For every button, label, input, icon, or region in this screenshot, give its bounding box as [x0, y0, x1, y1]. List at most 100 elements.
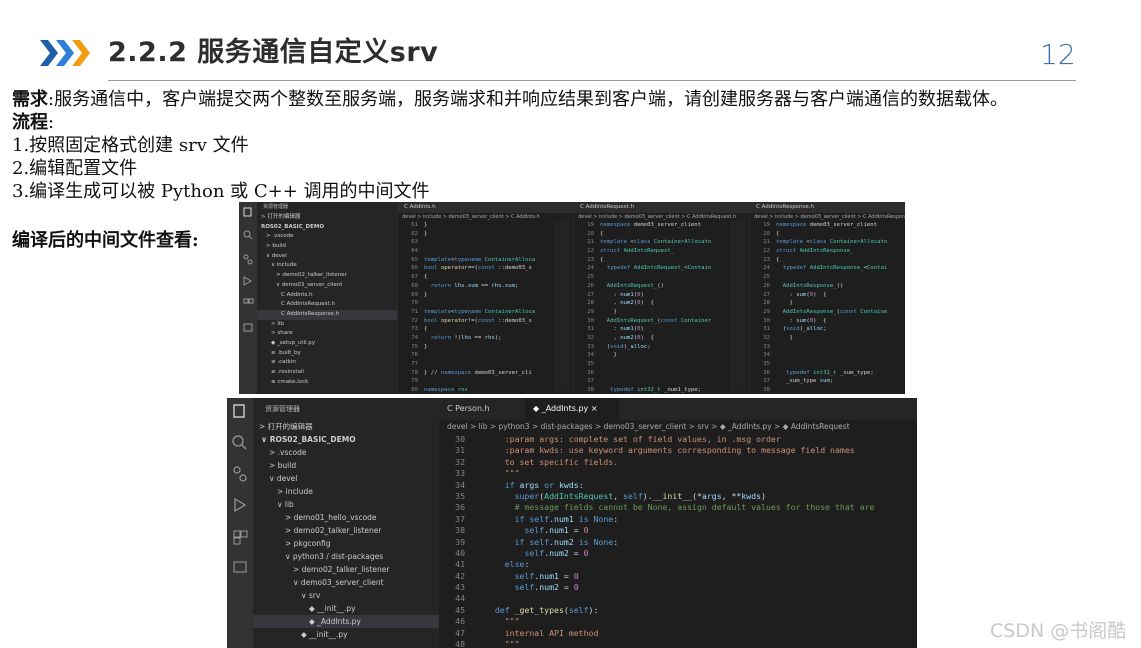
line-number: 22 — [763, 248, 770, 255]
tree-item[interactable]: ∨ ROS02_BASIC_DEMO — [253, 433, 439, 446]
breadcrumb: devel > include > demo03_server_client >… — [754, 214, 905, 220]
tree-item[interactable]: > .vscode — [257, 232, 397, 242]
line-number: 73 — [411, 326, 418, 333]
line-number: 38 — [763, 387, 770, 394]
breadcrumb: devel > include > demo03_server_client >… — [402, 214, 540, 220]
code-line: 77 — [398, 360, 574, 369]
tree-item[interactable]: ≡ .rosinstall — [257, 368, 397, 378]
tree-item[interactable]: > build — [253, 459, 439, 472]
requirement-text: :服务通信中，客户端提交两个整数至服务端，服务端求和并响应结果到客户端，请创建服… — [48, 89, 1009, 110]
line-number: 30 — [763, 317, 770, 324]
line-number: 64 — [411, 248, 418, 255]
tree-item[interactable]: > pkgconfig — [253, 537, 439, 550]
tree-item[interactable]: C AddInts.h — [257, 291, 397, 301]
line-number: 33 — [587, 343, 594, 350]
explorer-title: 资源管理器 — [263, 204, 289, 210]
line-number: 34 — [763, 352, 770, 359]
tree-item[interactable]: C AddIntsRequest.h — [257, 300, 397, 310]
explorer-title: 资源管理器 — [265, 405, 300, 413]
tree-item[interactable]: ∨ devel — [257, 252, 397, 262]
flow-colon: : — [48, 112, 55, 133]
tree-item[interactable]: > demo02_talker_listener — [257, 271, 397, 281]
line-number: 79 — [411, 378, 418, 385]
tree-item[interactable]: ROS02_BASIC_DEMO — [257, 223, 397, 233]
breadcrumb: devel > lib > python3 > dist-packages > … — [447, 422, 850, 431]
line-number: 80 — [411, 387, 418, 394]
code-line: 79 — [398, 377, 574, 386]
line-number: 31 — [587, 326, 594, 333]
tree-item[interactable]: ≡ cmake.lock — [257, 378, 397, 388]
tree-item[interactable]: ◆ _setup_util.py — [257, 339, 397, 349]
tree-item[interactable]: ∨ lib — [253, 498, 439, 511]
tree-item[interactable]: ◆ __init__.py — [253, 628, 439, 641]
code-area[interactable]: 19 namespace demo03_server_client 20{21 tem… — [750, 221, 905, 394]
line-number: 35 — [763, 361, 770, 367]
line-number: 30 — [455, 434, 465, 444]
open-editors-label: 打开的编辑器 — [267, 422, 313, 431]
file-tree: ROS02_BASIC_DEMO > .vscode > build ∨ devel ∨… — [257, 223, 397, 388]
tree-item[interactable]: > demo01_hello_vscode — [253, 511, 439, 524]
line-number: 27 — [587, 291, 594, 298]
line-number: 37 — [763, 378, 770, 385]
line-number: 48 — [455, 639, 465, 648]
tree-item[interactable]: > lib — [257, 320, 397, 330]
line-number: 27 — [763, 291, 770, 298]
code-area[interactable]: 61} 62} 63 64 65 template<typename ContainerA… — [398, 221, 574, 394]
line-number: 67 — [411, 274, 418, 281]
tree-item[interactable]: ≡ .catkin — [257, 358, 397, 368]
minimap — [730, 221, 746, 391]
code-line: 24 typedef AddIntsResponse_<Contai — [750, 264, 905, 273]
line-number: 70 — [411, 300, 418, 307]
tab-addintsresponse-h[interactable]: C AddIntsResponse.h — [750, 202, 905, 213]
line-number: 23 — [587, 256, 594, 263]
code-line: 19 namespace demo03_server_client — [574, 221, 750, 230]
code-line: 27 : sum(0) { — [750, 291, 905, 300]
tree-item[interactable]: > share — [257, 329, 397, 339]
code-line: 33 — [750, 343, 905, 352]
tree-item[interactable]: > include — [253, 485, 439, 498]
line-number: 75 — [411, 343, 418, 350]
page-number: 12 — [1040, 38, 1076, 71]
code-line: 65 template<typename ContainerAlloca — [398, 256, 574, 265]
code-area[interactable]: 19 namespace demo03_server_client 20{21 tem… — [574, 221, 750, 394]
line-number: 31 — [763, 326, 770, 333]
tab-person-h[interactable]: C Person.h — [439, 398, 525, 420]
code-line: 23{ — [750, 256, 905, 265]
tab-addints-h[interactable]: C AddInts.h — [398, 202, 574, 213]
tree-item[interactable]: ◆ _AddInts.py — [253, 615, 439, 628]
tree-item[interactable]: ◆ __init__.py — [253, 602, 439, 615]
code-line: 40 self.num2 = 0 — [439, 548, 917, 559]
activity-bar — [239, 202, 257, 394]
code-area[interactable]: 30 :param args: complete set of field va… — [439, 434, 917, 648]
code-line: 29 AddIntsResponse_(const Containe — [750, 308, 905, 317]
line-number: 29 — [763, 308, 770, 315]
tree-item[interactable]: > build — [257, 242, 397, 252]
breadcrumb: devel > include > demo03_server_client >… — [578, 214, 737, 220]
line-number: 41 — [455, 559, 465, 570]
tree-item[interactable]: ∨ demo03_server_client — [253, 576, 439, 589]
open-editors-section[interactable]: > 打开的编辑器 — [253, 420, 439, 433]
vscode-screenshot-headers: 资源管理器 > 打开的编辑器 ROS02_BASIC_DEMO > .vscode… — [239, 202, 905, 394]
tab-addintsrequest-h[interactable]: C AddIntsRequest.h — [574, 202, 750, 213]
tree-item[interactable]: ≡ .built_by — [257, 349, 397, 359]
tree-item[interactable]: ∨ demo03_server_client — [257, 281, 397, 291]
tree-item[interactable]: ∨ python3 / dist-packages — [253, 550, 439, 563]
code-line: 75} — [398, 343, 574, 352]
editor-pane-addints: C AddInts.h devel > include > demo03_ser… — [397, 202, 574, 394]
tree-item[interactable]: ∨ devel — [253, 472, 439, 485]
requirement-line: 需求:服务通信中，客户端提交两个整数至服务端，服务端求和并响应结果到客户端，请创… — [12, 88, 1008, 111]
tree-item[interactable]: ∨ include — [257, 261, 397, 271]
tree-item[interactable]: > demo02_talker_listener — [253, 563, 439, 576]
tree-item[interactable]: C AddIntsResponse.h — [257, 309, 397, 320]
code-line: 19 namespace demo03_server_client — [750, 221, 905, 230]
tree-item[interactable]: ∨ srv — [253, 589, 439, 602]
tab-addints-py[interactable]: ◆ _AddInts.py × — [525, 398, 619, 420]
code-line: 63 — [398, 238, 574, 247]
editor-pane-addintsresponse: C AddIntsResponse.h devel > include > de… — [749, 202, 905, 394]
line-number: 47 — [455, 627, 465, 638]
step-3: 3.编译生成可以被 Python 或 C++ 调用的中间文件 — [12, 181, 430, 202]
tree-item[interactable]: > .vscode — [253, 446, 439, 459]
line-number: 63 — [411, 239, 418, 246]
tree-item[interactable]: > demo02_talker_listener — [253, 524, 439, 537]
open-editors-section[interactable]: > 打开的编辑器 — [257, 213, 397, 223]
